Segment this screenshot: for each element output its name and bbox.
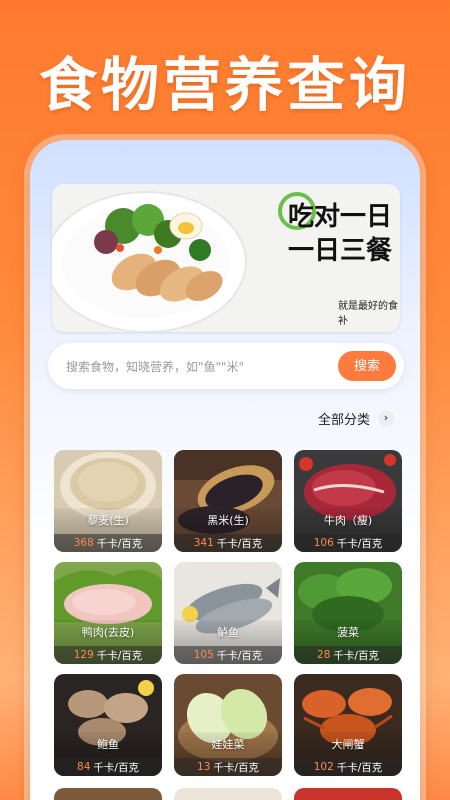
food-calories: 368 千卡/百克 — [54, 534, 162, 552]
calorie-unit: 千卡/百克 — [96, 649, 143, 662]
food-name: 菠菜 — [337, 626, 359, 639]
food-name: 娃娃菜 — [211, 738, 245, 751]
food-card-duck[interactable]: 鸭肉(去皮) 129 千卡/百克 — [54, 562, 162, 664]
food-calories: 105 千卡/百克 — [174, 646, 282, 664]
food-calories: 28 千卡/百克 — [294, 646, 402, 664]
food-calories: 84 千卡/百克 — [54, 758, 162, 776]
food-name: 黑米(生) — [207, 514, 249, 527]
calorie-value: 106 — [313, 537, 334, 549]
food-calories: 341 千卡/百克 — [174, 534, 282, 552]
food-name: 鲍鱼 — [97, 738, 119, 751]
phone-frame: 吃对一日 一日三餐 就是最好的食补 搜索食物，知晓营养，如"鱼""米" 搜索 全… — [30, 140, 420, 800]
food-card-spinach[interactable]: 菠菜 28 千卡/百克 — [294, 562, 402, 664]
calorie-value: 105 — [193, 649, 214, 661]
banner-line-2: 一日三餐 — [288, 236, 393, 266]
food-card-partial[interactable] — [294, 788, 402, 800]
food-calories: 129 千卡/百克 — [54, 646, 162, 664]
food-name: 鸭肉(去皮) — [81, 626, 135, 639]
all-categories-link[interactable]: 全部分类 › — [318, 408, 394, 428]
food-calories: 102 千卡/百克 — [294, 758, 402, 776]
next-row-preview — [54, 788, 402, 800]
calorie-unit: 千卡/百克 — [216, 649, 263, 662]
banner-headline: 吃对一日 一日三餐 — [288, 200, 392, 268]
salad-plate-image — [52, 191, 247, 332]
search-bar[interactable]: 搜索食物，知晓营养，如"鱼""米" 搜索 — [48, 343, 404, 389]
hero-banner[interactable]: 吃对一日 一日三餐 就是最好的食补 — [52, 184, 400, 332]
food-name: 大闸蟹 — [331, 738, 365, 751]
calorie-unit: 千卡/百克 — [336, 537, 383, 550]
calorie-unit: 千卡/百克 — [93, 761, 139, 774]
food-name: 牛肉（瘦) — [323, 514, 373, 527]
banner-line-1: 吃对一日 — [288, 202, 393, 232]
search-button[interactable]: 搜索 — [338, 351, 396, 381]
calorie-value: 13 — [197, 761, 211, 773]
food-name: 藜麦(生) — [87, 514, 129, 527]
calorie-value: 28 — [317, 649, 331, 661]
calorie-value: 84 — [77, 761, 91, 773]
food-card-hairy-crab[interactable]: 大闸蟹 102 千卡/百克 — [294, 674, 402, 776]
food-card-black-rice[interactable]: 黑米(生) 341 千卡/百克 — [174, 450, 282, 552]
calorie-value: 368 — [73, 537, 94, 549]
calorie-value: 102 — [313, 761, 334, 773]
calorie-value: 129 — [73, 649, 94, 661]
food-card-abalone[interactable]: 鲍鱼 84 千卡/百克 — [54, 674, 162, 776]
all-categories-label: 全部分类 — [317, 412, 370, 428]
food-grid: 藜麦(生) 368 千卡/百克 黑米(生) 341 千卡/百克 牛肉（瘦) 10… — [54, 450, 402, 776]
chevron-right-icon: › — [378, 410, 394, 426]
food-card-perch[interactable]: 鲈鱼 105 千卡/百克 — [174, 562, 282, 664]
calorie-unit: 千卡/百克 — [216, 537, 263, 550]
food-card-baby-cabbage[interactable]: 娃娃菜 13 千卡/百克 — [174, 674, 282, 776]
food-name: 鲈鱼 — [217, 626, 239, 639]
food-card-partial[interactable] — [54, 788, 162, 800]
food-card-quinoa[interactable]: 藜麦(生) 368 千卡/百克 — [54, 450, 162, 552]
calorie-unit: 千卡/百克 — [213, 761, 259, 774]
banner-subtitle: 就是最好的食补 — [338, 301, 398, 327]
search-input[interactable]: 搜索食物，知晓营养，如"鱼""米" — [66, 358, 244, 375]
food-card-beef[interactable]: 牛肉（瘦) 106 千卡/百克 — [294, 450, 402, 552]
calorie-unit: 千卡/百克 — [96, 537, 143, 550]
food-card-partial[interactable] — [174, 788, 282, 800]
food-calories: 13 千卡/百克 — [174, 758, 282, 776]
calorie-unit: 千卡/百克 — [333, 649, 379, 662]
calorie-value: 341 — [193, 537, 214, 549]
food-calories: 106 千卡/百克 — [294, 534, 402, 552]
promo-title: 食物营养查询 — [38, 51, 411, 119]
calorie-unit: 千卡/百克 — [336, 761, 383, 774]
